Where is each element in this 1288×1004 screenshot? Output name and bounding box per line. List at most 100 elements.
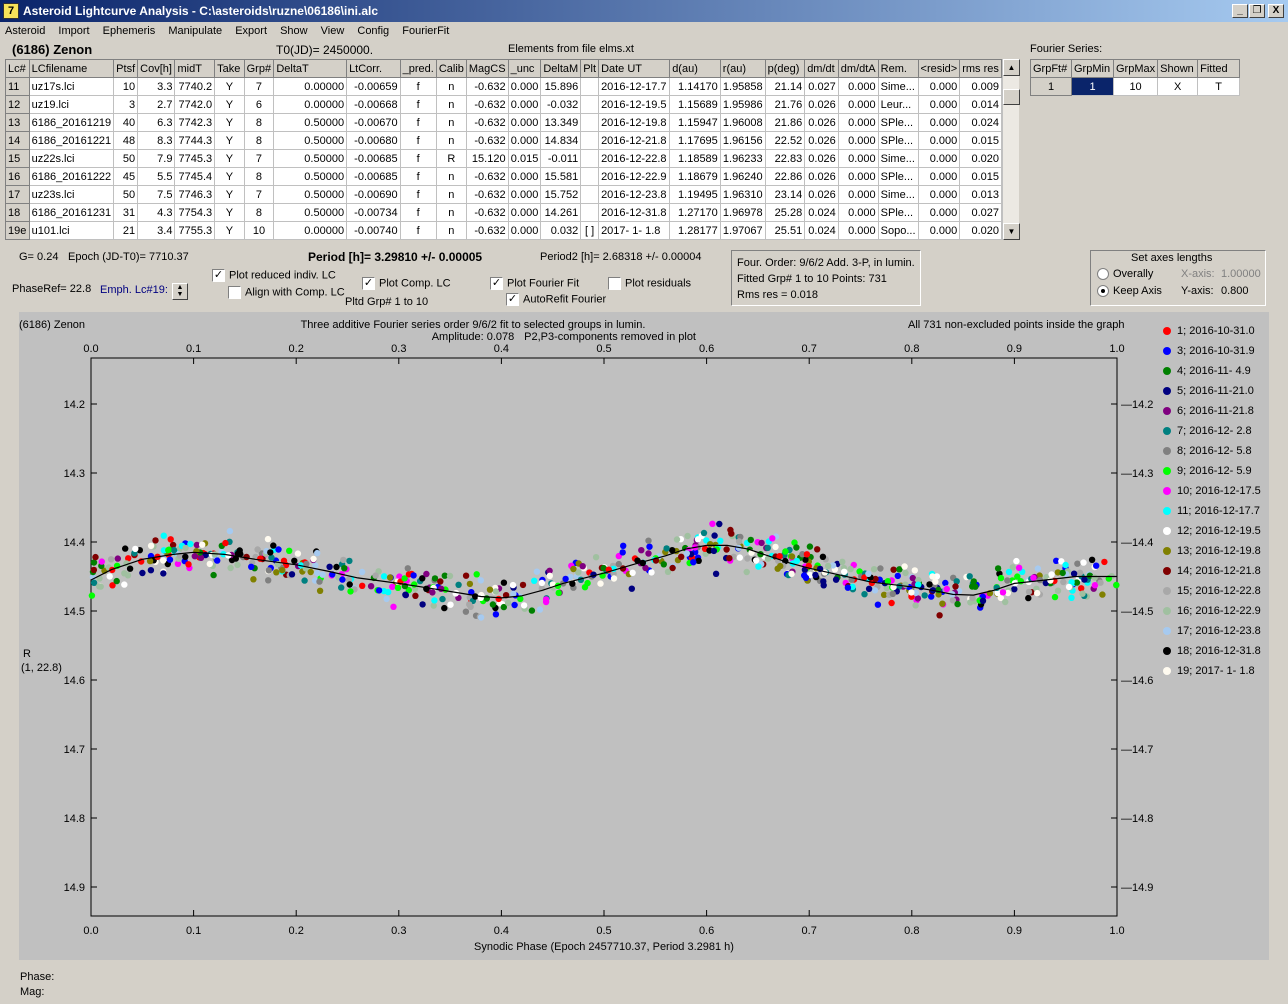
column-header[interactable]: _unc: [507, 59, 542, 78]
table-cell[interactable]: 7754.3: [174, 203, 216, 222]
table-cell[interactable]: 6: [243, 95, 275, 114]
table-cell[interactable]: 0.020: [959, 149, 1002, 168]
table-cell[interactable]: 14.261: [540, 203, 582, 222]
table-cell[interactable]: 0.000: [837, 221, 879, 240]
table-cell[interactable]: 7742.3: [174, 113, 216, 132]
table-row[interactable]: 11 uz17s.lci 10 3.3 7740.2 Y 7 0.00000 -0.00659 f…: [5, 77, 1002, 96]
table-row[interactable]: 14 6186_20161221 48 8.3 7744.3 Y 8 0.50000 -0.00…: [5, 131, 1002, 150]
table-cell[interactable]: 0.000: [507, 131, 542, 150]
table-cell[interactable]: -0.632: [465, 221, 509, 240]
table-cell[interactable]: Y: [214, 221, 245, 240]
table-cell[interactable]: 0.024: [804, 221, 839, 240]
column-header[interactable]: Lc#: [5, 59, 30, 78]
table-cell[interactable]: 0.50000: [273, 185, 348, 204]
table-cell[interactable]: 2017- 1- 1.8: [598, 221, 671, 240]
table-cell[interactable]: 0.026: [804, 149, 839, 168]
table-cell[interactable]: Y: [214, 113, 245, 132]
table-cell[interactable]: 0.000: [917, 167, 961, 186]
table-cell[interactable]: 0.50000: [273, 131, 348, 150]
table-row[interactable]: 15 uz22s.lci 50 7.9 7745.3 Y 7 0.50000 -0.00685 f…: [5, 149, 1002, 168]
table-cell[interactable]: 6186_20161222: [28, 167, 115, 186]
table-cell[interactable]: 1.96233: [719, 149, 766, 168]
column-header[interactable]: d(au): [669, 59, 721, 78]
table-cell[interactable]: 50: [113, 149, 139, 168]
table-cell[interactable]: f: [399, 95, 437, 114]
table-cell[interactable]: 0.000: [837, 113, 879, 132]
restore-button[interactable]: ❐: [1249, 4, 1265, 18]
table-cell[interactable]: Y: [214, 185, 245, 204]
column-header[interactable]: r(au): [719, 59, 766, 78]
table-cell[interactable]: -0.00680: [346, 131, 401, 150]
col-grpmax[interactable]: GrpMax: [1112, 59, 1159, 78]
table-cell[interactable]: 2016-12-19.5: [598, 95, 671, 114]
menu-asteroid[interactable]: Asteroid: [0, 23, 50, 37]
table-cell[interactable]: 45: [113, 167, 139, 186]
table-cell[interactable]: 10: [113, 77, 139, 96]
table-cell[interactable]: 8: [243, 131, 275, 150]
row-number[interactable]: 13: [5, 113, 30, 132]
x-axis-value[interactable]: 1.00000: [1221, 268, 1261, 280]
row-number[interactable]: 11: [5, 77, 30, 96]
table-cell[interactable]: 1.19495: [669, 185, 721, 204]
table-row[interactable]: 17 uz23s.lci 50 7.5 7746.3 Y 7 0.50000 -0.00690 f…: [5, 185, 1002, 204]
table-cell[interactable]: -0.632: [465, 77, 509, 96]
table-cell[interactable]: 0.000: [837, 167, 879, 186]
table-cell[interactable]: 6.3: [137, 113, 176, 132]
table-cell[interactable]: 1.15689: [669, 95, 721, 114]
table-cell[interactable]: 31: [113, 203, 139, 222]
radio-on-icon[interactable]: [1097, 285, 1109, 298]
menu-config[interactable]: Config: [352, 23, 394, 37]
plot-fourier-checkbox[interactable]: ✓ Plot Fourier Fit: [490, 277, 579, 290]
table-cell[interactable]: Sime...: [877, 185, 919, 204]
table-cell[interactable]: 25.28: [764, 203, 806, 222]
table-cell[interactable]: 1.14170: [669, 77, 721, 96]
overally-radio[interactable]: Overally: [1097, 268, 1153, 281]
table-cell[interactable]: 0.000: [837, 131, 879, 150]
table-cell[interactable]: 0.015: [959, 167, 1002, 186]
col-grpmin[interactable]: GrpMin: [1071, 59, 1114, 78]
menu-import[interactable]: Import: [53, 23, 94, 37]
radio-off-icon[interactable]: [1097, 268, 1109, 281]
table-row[interactable]: 13 6186_20161219 40 6.3 7742.3 Y 8 0.50000 -0.00…: [5, 113, 1002, 132]
table-cell[interactable]: 0.027: [959, 203, 1002, 222]
table-cell[interactable]: 15.581: [540, 167, 582, 186]
column-header[interactable]: _pred.: [399, 59, 437, 78]
column-header[interactable]: DeltaM: [540, 59, 582, 78]
table-cell[interactable]: 0.000: [837, 95, 879, 114]
table-cell[interactable]: f: [399, 203, 437, 222]
table-cell[interactable]: [580, 203, 600, 222]
table-cell[interactable]: 3: [113, 95, 139, 114]
cell-grpft[interactable]: 1: [1030, 77, 1072, 96]
table-cell[interactable]: 6186_20161231: [28, 203, 115, 222]
table-cell[interactable]: Y: [214, 149, 245, 168]
table-cell[interactable]: 0.000: [837, 149, 879, 168]
table-cell[interactable]: 1.96978: [719, 203, 766, 222]
table-cell[interactable]: f: [399, 221, 437, 240]
table-cell[interactable]: 1.27170: [669, 203, 721, 222]
table-cell[interactable]: 7.9: [137, 149, 176, 168]
minimize-button[interactable]: _: [1232, 4, 1248, 18]
table-cell[interactable]: Y: [214, 131, 245, 150]
table-cell[interactable]: 8: [243, 203, 275, 222]
table-cell[interactable]: n: [435, 77, 467, 96]
table-cell[interactable]: 7746.3: [174, 185, 216, 204]
row-number[interactable]: 19e: [5, 221, 30, 240]
col-fitted[interactable]: Fitted: [1197, 59, 1241, 78]
column-header[interactable]: Plt: [580, 59, 600, 78]
row-number[interactable]: 17: [5, 185, 30, 204]
checkbox-checked-icon[interactable]: ✓: [362, 277, 375, 290]
table-cell[interactable]: 1.28177: [669, 221, 721, 240]
table-cell[interactable]: 0.50000: [273, 203, 348, 222]
cell-shown[interactable]: X: [1157, 77, 1199, 96]
table-cell[interactable]: f: [399, 77, 437, 96]
table-cell[interactable]: 7744.3: [174, 131, 216, 150]
table-cell[interactable]: 0.032: [540, 221, 582, 240]
close-button[interactable]: X: [1268, 4, 1284, 18]
table-cell[interactable]: -0.00740: [346, 221, 401, 240]
menu-export[interactable]: Export: [230, 23, 272, 37]
table-cell[interactable]: 0.50000: [273, 113, 348, 132]
table-cell[interactable]: 0.000: [917, 131, 961, 150]
col-shown[interactable]: Shown: [1157, 59, 1199, 78]
checkbox-checked-icon[interactable]: ✓: [212, 269, 225, 282]
plot-reduced-checkbox[interactable]: ✓ Plot reduced indiv. LC: [212, 269, 336, 282]
